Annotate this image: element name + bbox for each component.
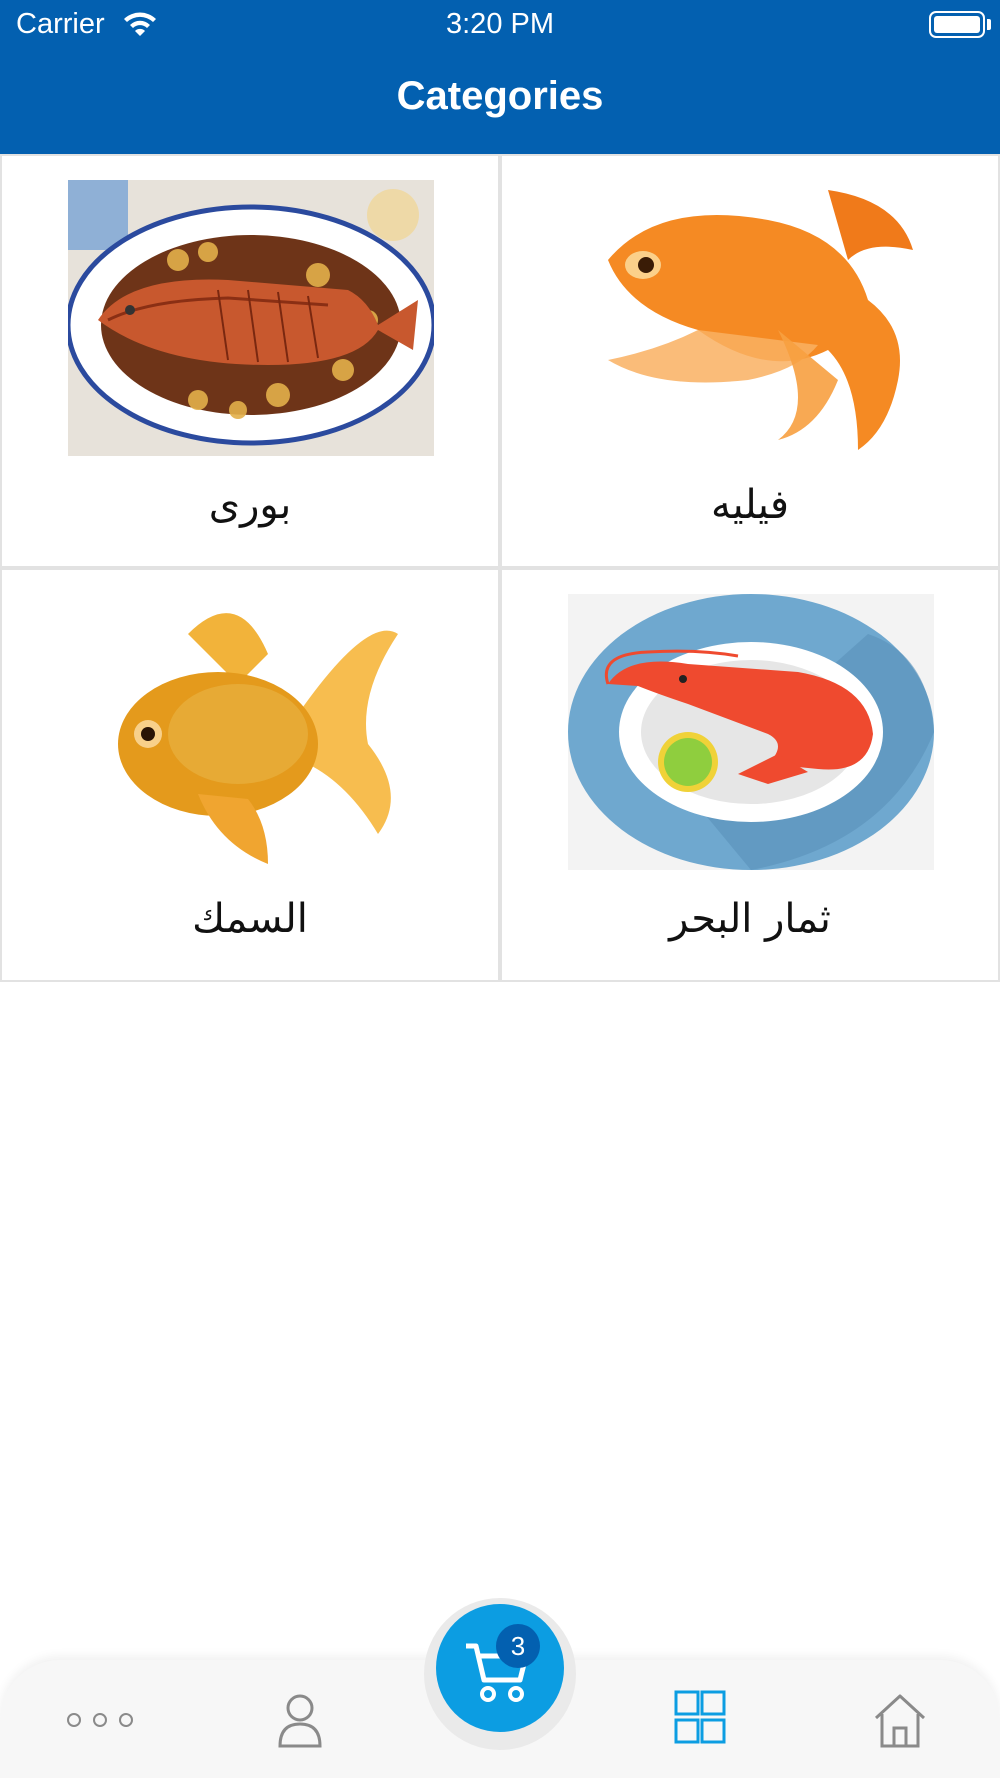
category-tile-seafood[interactable]: ثمار البحر	[500, 568, 1000, 982]
shrimp-plate-image	[568, 594, 934, 870]
category-label: بورى	[208, 482, 292, 528]
category-tile-boury[interactable]: بورى	[0, 154, 500, 568]
categories-icon[interactable]	[660, 1690, 740, 1750]
orange-fish-image	[608, 190, 913, 450]
more-icon[interactable]	[60, 1690, 140, 1750]
category-grid: بورى فيليه السمك ثمار البحر	[0, 154, 1000, 982]
grilled-fish-plate-image	[68, 180, 434, 456]
goldfish-image	[118, 613, 398, 864]
nav-header: Carrier 3:20 PM Categories	[0, 0, 1000, 154]
page-title: Categories	[396, 74, 604, 118]
category-label: ثمار البحر	[669, 896, 831, 942]
category-tile-fish[interactable]: السمك	[0, 568, 500, 982]
battery-cap	[987, 19, 991, 30]
status-time: 3:20 PM	[446, 8, 554, 40]
category-tile-fillet[interactable]: فيليه	[500, 154, 1000, 568]
category-label: فيليه	[711, 482, 789, 528]
battery-icon	[929, 11, 985, 38]
profile-icon[interactable]	[260, 1690, 340, 1750]
cart-count-badge: 3	[496, 1624, 540, 1668]
home-icon[interactable]	[860, 1690, 940, 1750]
category-label: السمك	[192, 896, 308, 942]
status-bar: Carrier 3:20 PM	[0, 0, 1000, 50]
